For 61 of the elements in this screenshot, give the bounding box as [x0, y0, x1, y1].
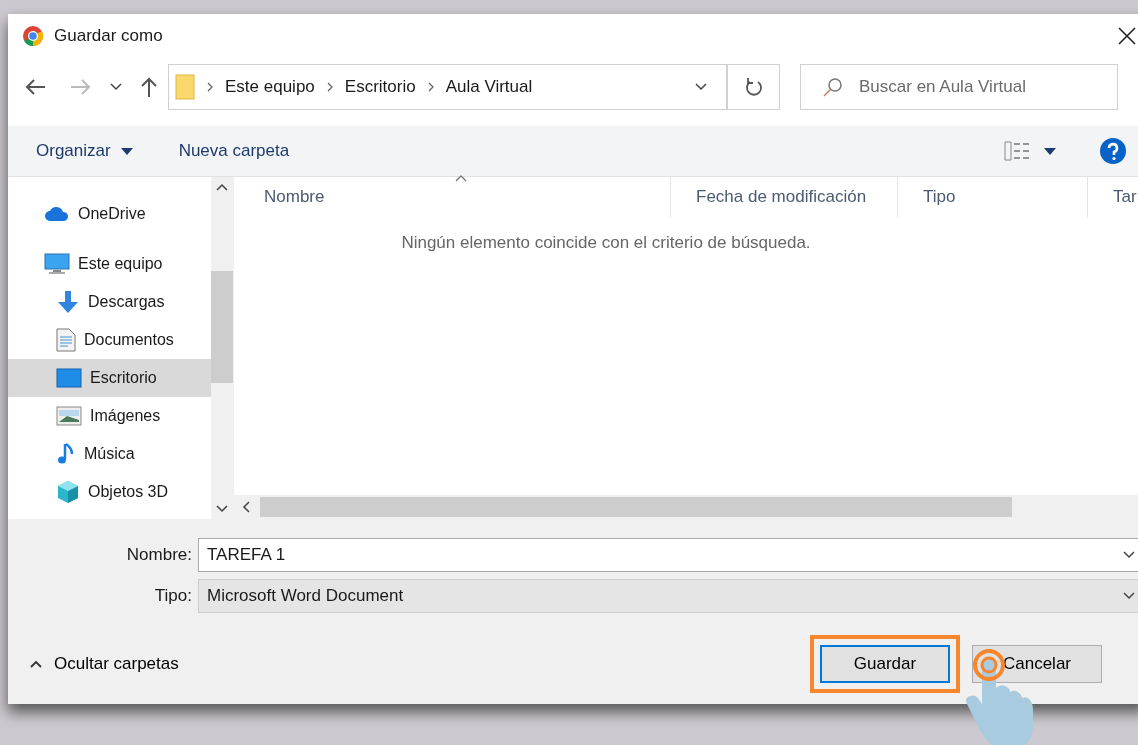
file-name-field[interactable]: TAREFA 1	[198, 538, 1138, 572]
back-arrow-icon[interactable]	[24, 78, 46, 96]
save-button[interactable]: Guardar	[820, 645, 950, 683]
caret-icon	[30, 660, 42, 668]
browser-logo-icon	[22, 25, 44, 47]
caret-icon	[120, 147, 133, 155]
column-header[interactable]: Tipo	[898, 177, 1088, 217]
sidebar-item[interactable]: Documentos	[8, 321, 211, 359]
dropdown-caret-icon	[1123, 551, 1135, 559]
dropdown-caret-icon	[695, 83, 707, 91]
chevron-right-icon	[427, 82, 434, 92]
scroll-up-icon[interactable]	[216, 183, 229, 191]
refresh-icon	[744, 77, 763, 97]
sidebar-item[interactable]: Descargas	[8, 283, 211, 321]
picture-icon	[56, 406, 82, 426]
empty-message: Ningún elemento coincide con el criterio de búsqueda.	[401, 233, 811, 252]
file-type-dropdown[interactable]: Microsoft Word Document	[198, 579, 1138, 613]
breadcrumb[interactable]: Aula Virtual	[445, 77, 533, 97]
scroll-down-icon	[216, 505, 229, 513]
vertical-scrollbar[interactable]	[210, 177, 234, 519]
breadcrumb[interactable]: Escritorio	[344, 77, 416, 97]
search-icon	[823, 77, 843, 97]
desktop-icon	[56, 368, 82, 388]
address-bar[interactable]: Este equipo Escritorio Aula Virtual	[168, 64, 728, 110]
view-caret-icon[interactable]	[1044, 147, 1056, 155]
monitor-icon	[44, 253, 70, 275]
dropdown-caret-icon	[1123, 592, 1135, 600]
help-icon[interactable]	[1100, 138, 1126, 164]
download-arrow-icon	[56, 290, 80, 314]
cube-icon	[56, 480, 80, 504]
field-label: Nombre:	[125, 545, 193, 565]
close-icon[interactable]	[1118, 27, 1136, 45]
up-arrow-icon[interactable]	[140, 76, 158, 98]
horizontal-scrollbar[interactable]	[234, 495, 1138, 519]
cloud-icon	[44, 206, 70, 222]
field-label: Tipo:	[153, 586, 193, 606]
recent-caret-icon	[110, 83, 122, 91]
sidebar-item[interactable]: OneDrive	[8, 195, 211, 233]
hide-folders-button[interactable]: Ocultar carpetas	[30, 654, 179, 674]
music-note-icon	[56, 442, 76, 466]
refresh-button[interactable]	[728, 64, 780, 110]
sidebar-item[interactable]: Objetos 3D	[8, 473, 211, 511]
breadcrumb[interactable]: Este equipo	[225, 77, 315, 97]
column-header[interactable]: Tar	[1088, 177, 1138, 217]
window-title: Guardar como	[54, 26, 164, 46]
organize-menu[interactable]: Organizar	[36, 141, 133, 161]
column-header[interactable]: Fecha de modificación	[671, 177, 898, 217]
sidebar-item[interactable]: Música	[8, 435, 211, 473]
scroll-left-icon[interactable]	[242, 501, 250, 513]
folder-icon	[175, 74, 195, 100]
column-header[interactable]: Nombre	[239, 177, 671, 217]
sidebar-item[interactable]: Imágenes	[8, 397, 211, 435]
view-list-icon[interactable]	[1004, 141, 1030, 161]
sidebar-item[interactable]: Este equipo	[8, 245, 211, 283]
sidebar-item[interactable]: Escritorio	[8, 359, 211, 397]
sort-caret-icon	[454, 175, 467, 182]
chevron-right-icon	[207, 82, 213, 92]
search-field[interactable]: Buscar en Aula Virtual	[800, 64, 1118, 110]
document-icon	[56, 328, 76, 352]
new-folder-button[interactable]: Nueva carpeta	[178, 141, 290, 161]
chevron-right-icon	[326, 82, 333, 92]
